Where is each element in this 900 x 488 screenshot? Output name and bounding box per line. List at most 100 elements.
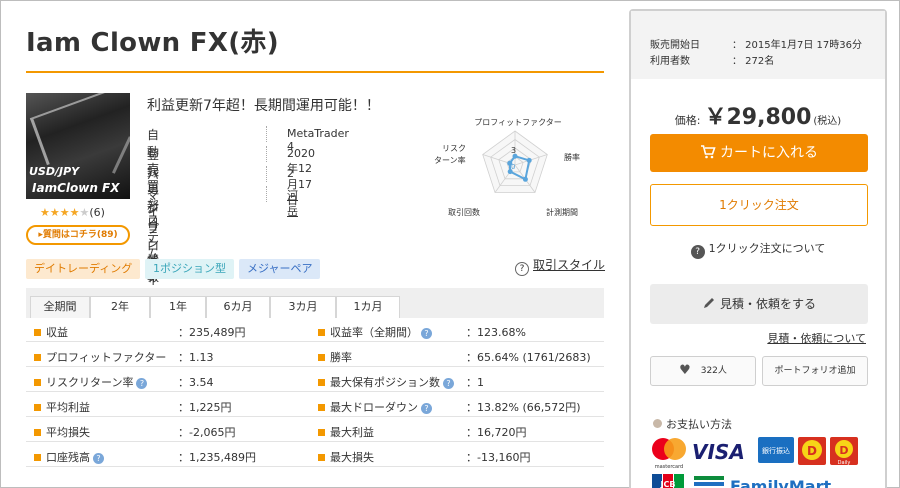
release-date-value: ： 2015年1月7日 17時36分 — [732, 40, 862, 51]
payment-methods-label: お支払い方法 — [666, 418, 732, 431]
svg-text:mastercard: mastercard — [655, 464, 683, 470]
trading-style-label: 取引スタイル — [533, 258, 606, 272]
stat-label-text: 最大保有ポジション数 — [330, 376, 440, 389]
stats-row: リスクリターン率? ：3.54 最大保有ポジション数? ：1 — [26, 368, 604, 392]
info-divider — [266, 126, 267, 142]
radar-point — [526, 157, 532, 163]
radar-chart: プロフィットファクター 勝率 計測期間 取引回数 リスク ターン率 3 0 — [434, 118, 580, 217]
info-divider — [266, 166, 267, 182]
trading-style-link[interactable]: ? 取引スタイル — [515, 256, 605, 276]
stat-label: 口座残高? — [34, 449, 104, 465]
stat-label-text: 最大利益 — [330, 426, 374, 439]
bullet-square-icon — [34, 354, 41, 361]
quote-info-link[interactable]: 見積・依頼について — [767, 330, 866, 346]
favorite-button[interactable]: ♥ 322人 — [650, 356, 756, 386]
users-row: 利用者数 ： 272名 — [650, 52, 774, 67]
radar-label-period: 計測期間 — [546, 207, 578, 217]
stat-label: 平均損失 — [34, 424, 90, 440]
stat-label-text: 収益 — [46, 326, 68, 339]
stat-value: ：16,720円 — [466, 424, 527, 440]
tab-1-year[interactable]: 1年 — [150, 296, 206, 318]
tab-6-months[interactable]: 6カ月 — [206, 296, 270, 318]
daily-yamazaki-logo: D Daily — [830, 437, 858, 466]
product-headline: 利益更新7年超！長期間運用可能！！ — [147, 98, 380, 114]
tag-single-position[interactable]: 1ポジション型 — [145, 259, 234, 279]
bullet-dot-icon — [653, 419, 662, 428]
qa-button[interactable]: ▸質問はコチラ(89) — [26, 225, 130, 245]
stat-value: ：-2,065円 — [178, 424, 235, 440]
users-value: ： 272名 — [732, 56, 775, 67]
help-icon[interactable]: ? — [93, 453, 104, 464]
stat-value-text: ：235,489円 — [178, 326, 246, 339]
heart-icon: ♥ — [679, 363, 691, 378]
pay-easy-logo: D — [798, 437, 826, 465]
stat-value-text: ：123.68% — [466, 326, 526, 339]
stat-label: 最大損失 — [318, 449, 374, 465]
jcb-logo: JCB — [652, 474, 684, 488]
stat-value: ：65.64% (1761/2683) — [466, 349, 591, 365]
stat-value-text: ：16,720円 — [466, 426, 527, 439]
rating-stars[interactable]: ★★★★★(6) — [40, 206, 105, 219]
help-icon[interactable]: ? — [136, 378, 148, 389]
stat-value: ：1 — [466, 374, 484, 390]
stat-label-text: 最大損失 — [330, 451, 374, 464]
tag-major-pair[interactable]: メジャーペア — [239, 259, 321, 279]
stat-label: 収益 — [34, 324, 68, 340]
stats-table: 収益 ：235,489円 収益率（全期間）? ：123.68% プロフィットファクター ：… — [26, 318, 604, 474]
svg-text:JCB: JCB — [660, 480, 676, 488]
stat-value: ：235,489円 — [178, 324, 246, 340]
radar-label-return: ターン率 — [434, 155, 466, 165]
visa-logo: VISA — [692, 440, 745, 464]
stat-label: 勝率 — [318, 349, 352, 365]
one-click-help-link[interactable]: ? 1クリック注文について — [631, 240, 885, 259]
bullet-square-icon — [34, 429, 41, 436]
purchase-sidebar: 販売開始日 ： 2015年1月7日 17時36分 利用者数 ： 272名 価格: ￥2… — [629, 9, 887, 488]
price-tax: (税込) — [813, 116, 842, 127]
stat-value: ：123.68% — [466, 324, 526, 340]
tab-2-years[interactable]: 2年 — [90, 296, 150, 318]
price-display: 価格: ￥29,800 (税込) — [631, 99, 885, 131]
stat-value-text: ：1 — [466, 376, 484, 389]
one-click-help-label: 1クリック注文について — [708, 242, 826, 255]
stat-label: リスクリターン率? — [34, 374, 148, 390]
stat-value-text: ：1,235,489円 — [178, 451, 256, 464]
stat-label-text: 口座残高 — [46, 451, 90, 464]
tab-1-month[interactable]: 1カ月 — [336, 296, 400, 318]
add-to-cart-button[interactable]: カートに入れる — [650, 134, 868, 172]
price-amount: ￥29,800 — [704, 105, 812, 130]
page-title: Iam Clown FX(赤) — [26, 28, 279, 58]
stat-value-text: ：-13,160円 — [466, 451, 531, 464]
stat-label: 最大保有ポジション数? — [318, 374, 454, 390]
question-icon: ? — [515, 262, 529, 276]
help-icon[interactable]: ? — [443, 378, 454, 389]
one-click-order-button[interactable]: 1クリック注文 — [650, 184, 868, 226]
users-label: 利用者数 — [650, 56, 690, 67]
thumbnail-name-text: IamClown FX — [32, 181, 120, 195]
product-thumbnail[interactable]: USD/JPY IamClown FX — [26, 93, 130, 199]
svg-text:D: D — [807, 444, 817, 458]
add-portfolio-button[interactable]: ポートフォリオ追加 — [762, 356, 868, 386]
help-icon[interactable]: ? — [421, 328, 432, 339]
bank-transfer-logo: 銀行振込 — [758, 437, 794, 463]
bullet-square-icon — [318, 429, 325, 436]
stat-label: プロフィットファクター — [34, 349, 166, 365]
radar-label-trades: 取引回数 — [448, 207, 480, 217]
thumbnail-pair-text: USD/JPY — [29, 165, 80, 178]
bullet-square-icon — [318, 454, 325, 461]
tag-daytrading[interactable]: デイトレーディング — [26, 259, 141, 279]
stat-label-text: プロフィットファクター — [46, 351, 167, 364]
stat-label: 平均利益 — [34, 399, 90, 415]
bullet-square-icon — [34, 404, 41, 411]
quote-request-button[interactable]: 見積・依頼をする — [650, 284, 868, 324]
tab-all-period[interactable]: 全期間 — [30, 296, 90, 318]
radar-label-win-rate: 勝率 — [564, 152, 580, 162]
help-icon[interactable]: ? — [421, 403, 432, 414]
profile-link[interactable]: 河岳 — [287, 187, 298, 219]
tab-3-months[interactable]: 3カ月 — [270, 296, 336, 318]
stat-value: ：-13,160円 — [466, 449, 530, 465]
cart-icon — [701, 145, 716, 159]
bullet-square-icon — [34, 329, 41, 336]
radar-scale-max: 3 — [511, 146, 516, 155]
info-divider — [266, 146, 267, 162]
rating-empty-star: ★ — [79, 206, 90, 219]
